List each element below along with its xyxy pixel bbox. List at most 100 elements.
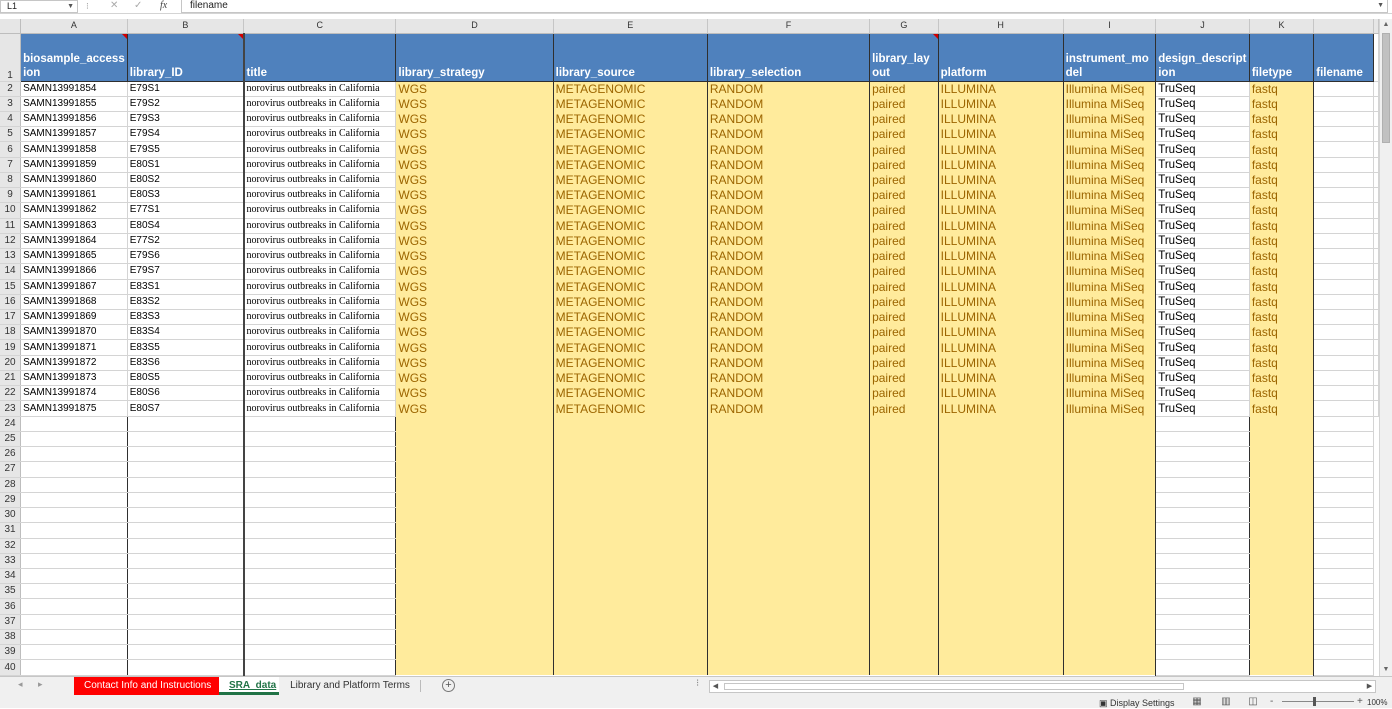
cell[interactable] [1313,507,1374,524]
cell-layout[interactable]: paired [869,339,939,356]
cell[interactable] [938,522,1064,539]
row-number[interactable]: 20 [0,355,22,371]
cell-selection[interactable]: RANDOM [707,400,871,417]
cell-layout[interactable]: paired [869,294,939,310]
row-number[interactable]: 34 [0,568,22,585]
row-number[interactable]: 10 [0,202,22,219]
cell-filetype[interactable]: fastq [1249,233,1315,249]
cell[interactable] [938,553,1064,569]
cell[interactable] [1313,568,1374,585]
cell[interactable] [1373,324,1379,341]
cell-title[interactable]: norovirus outbreaks in California [243,370,397,387]
column-header[interactable]: F [707,19,871,34]
cell[interactable] [20,553,128,570]
cell-filetype[interactable]: fastq [1249,218,1315,234]
cell-layout[interactable]: paired [869,370,939,386]
cell[interactable] [127,416,245,432]
cell-design[interactable]: TruSeq [1155,263,1250,280]
cell-platform[interactable]: ILLUMINA [938,111,1064,127]
cell[interactable] [938,492,1064,508]
cell-title[interactable]: norovirus outbreaks in California [243,339,397,356]
cell[interactable] [1313,598,1374,615]
cell-filetype[interactable]: fastq [1249,339,1315,356]
cell[interactable] [1063,461,1157,478]
cell-filetype[interactable]: fastq [1249,400,1315,417]
cell-layout[interactable]: paired [869,233,939,249]
cell-acc[interactable]: SAMN13991862 [20,202,128,219]
cell-selection[interactable]: RANDOM [707,355,871,371]
cell[interactable] [243,538,397,554]
cell[interactable] [1249,446,1315,462]
cell-strategy[interactable]: WGS [395,81,554,97]
cell-acc[interactable]: SAMN13991856 [20,111,128,128]
cell-acc[interactable]: SAMN13991861 [20,187,128,204]
cell-source[interactable]: METAGENOMIC [553,141,708,158]
cell[interactable] [869,446,939,462]
cell[interactable] [1313,644,1374,661]
cell-model[interactable]: Illumina MiSeq [1063,96,1157,112]
cell-strategy[interactable]: WGS [395,294,554,310]
cell[interactable] [20,461,128,478]
cell-design[interactable]: TruSeq [1155,233,1250,250]
cell-strategy[interactable]: WGS [395,263,554,280]
cell[interactable] [20,522,128,539]
cell-acc[interactable]: SAMN13991875 [20,400,128,417]
cell-filename[interactable] [1313,172,1374,189]
cell[interactable] [1373,309,1379,326]
cell[interactable] [127,553,245,570]
cell[interactable] [938,568,1064,584]
cell-filename[interactable] [1313,324,1374,341]
cell[interactable] [1373,248,1379,265]
row-number[interactable]: 21 [0,370,22,387]
cell-filename[interactable] [1313,263,1374,280]
cell[interactable] [127,446,245,463]
cell-acc[interactable]: SAMN13991867 [20,279,128,295]
expand-formula-icon[interactable]: ▼ [1377,0,1384,11]
cell[interactable] [1063,492,1157,508]
cell[interactable] [1249,507,1315,523]
cell-acc[interactable]: SAMN13991868 [20,294,128,311]
cell[interactable] [127,659,245,676]
cell-layout[interactable]: paired [869,172,939,188]
cell-lib[interactable]: E83S1 [127,279,245,295]
cell-source[interactable]: METAGENOMIC [553,157,708,173]
cell[interactable] [1313,477,1374,493]
cell-title[interactable]: norovirus outbreaks in California [243,294,397,311]
cell[interactable] [127,583,245,600]
cell[interactable] [20,583,128,600]
cell-layout[interactable]: paired [869,81,939,97]
cell-lib[interactable]: E80S4 [127,218,245,234]
cell-model[interactable]: Illumina MiSeq [1063,263,1157,280]
cell[interactable] [243,568,397,585]
formula-input[interactable]: filename ▼ [181,0,1388,13]
tab-library-platform-terms[interactable]: Library and Platform Terms [280,677,420,695]
cell[interactable] [395,614,554,630]
cell[interactable] [1373,385,1379,402]
row-number[interactable]: 40 [0,659,22,676]
cell[interactable] [938,583,1064,599]
cell-filename[interactable] [1313,141,1374,158]
cell-design[interactable]: TruSeq [1155,339,1250,356]
cell[interactable] [20,416,128,432]
cell[interactable] [1155,553,1250,570]
cell[interactable] [127,431,245,448]
cell[interactable] [1313,583,1374,600]
cell[interactable] [243,598,397,615]
cell[interactable] [553,553,708,569]
cell-platform[interactable]: ILLUMINA [938,339,1064,356]
cell-design[interactable]: TruSeq [1155,279,1250,295]
cell-lib[interactable]: E80S3 [127,187,245,204]
cell[interactable] [20,598,128,615]
cell[interactable] [1155,659,1250,676]
cell-filetype[interactable]: fastq [1249,172,1315,188]
cell[interactable] [1313,553,1374,570]
cell-model[interactable]: Illumina MiSeq [1063,400,1157,417]
tab-scroll-left-icon[interactable]: ◂ [18,679,23,690]
cell[interactable] [938,614,1064,630]
cell-source[interactable]: METAGENOMIC [553,279,708,295]
cell-platform[interactable]: ILLUMINA [938,385,1064,401]
cell-filetype[interactable]: fastq [1249,324,1315,340]
cell[interactable] [869,553,939,569]
cell[interactable] [1373,81,1379,97]
row-number[interactable]: 27 [0,461,22,478]
